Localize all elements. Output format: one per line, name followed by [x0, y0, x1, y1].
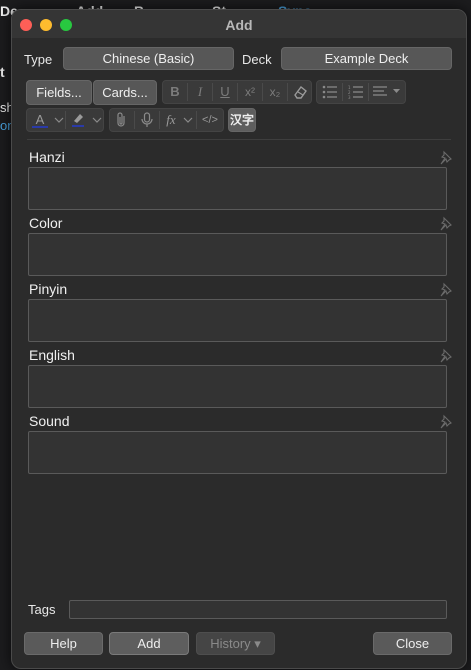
- cards-button-label: Cards...: [102, 85, 148, 100]
- chinese-button-label: 汉字: [229, 113, 254, 127]
- list-toolbar-group: 1 2 3: [316, 80, 406, 104]
- type-label: Type: [24, 52, 53, 67]
- text-color-button[interactable]: A: [27, 109, 53, 131]
- pin-icon[interactable]: [438, 414, 454, 430]
- italic-button[interactable]: I: [188, 81, 212, 103]
- tags-input[interactable]: [69, 600, 447, 619]
- pin-icon[interactable]: [438, 282, 454, 298]
- microphone-icon[interactable]: [135, 109, 159, 131]
- add-window: Add Type Chinese (Basic) Deck Example De…: [11, 9, 467, 669]
- subscript-button[interactable]: x₂: [263, 81, 287, 103]
- attachment-icon[interactable]: [110, 109, 134, 131]
- highlight-dropdown-icon[interactable]: [90, 109, 103, 131]
- tags-label: Tags: [28, 602, 56, 617]
- add-button[interactable]: Add: [109, 632, 189, 655]
- superscript-button[interactable]: x²: [238, 81, 262, 103]
- ordered-list-icon[interactable]: 1 2 3: [343, 81, 368, 103]
- underline-button[interactable]: U: [213, 81, 237, 103]
- color-toolbar-group: A: [26, 108, 104, 132]
- toolbar-divider: [27, 139, 451, 140]
- fields-button-label: Fields...: [36, 85, 82, 100]
- deck-value: Example Deck: [324, 51, 409, 66]
- fields-button[interactable]: Fields...: [26, 80, 92, 105]
- chinese-button[interactable]: 汉字: [228, 108, 256, 132]
- math-button[interactable]: fx: [160, 109, 182, 131]
- align-dropdown-icon[interactable]: [369, 81, 405, 103]
- highlight-color-icon[interactable]: [66, 109, 90, 131]
- deck-label: Deck: [242, 52, 272, 67]
- bg-fragment: t: [0, 64, 5, 80]
- html-editor-button[interactable]: </>: [197, 109, 223, 131]
- deck-button[interactable]: Example Deck: [281, 47, 452, 70]
- field-input-english[interactable]: [28, 365, 447, 408]
- math-dropdown-icon[interactable]: [181, 109, 195, 131]
- field-label-english: English: [29, 347, 75, 363]
- history-button[interactable]: History ▾: [196, 632, 275, 655]
- close-button[interactable]: Close: [373, 632, 452, 655]
- bold-button[interactable]: B: [163, 81, 187, 103]
- field-input-pinyin[interactable]: [28, 299, 447, 342]
- eraser-icon[interactable]: [288, 81, 312, 103]
- title-bar: Add: [12, 10, 466, 38]
- field-label-pinyin: Pinyin: [29, 281, 68, 297]
- window-title: Add: [225, 17, 253, 33]
- field-input-hanzi[interactable]: [28, 167, 447, 210]
- pin-icon[interactable]: [438, 348, 454, 364]
- text-color-glyph: A: [35, 112, 45, 127]
- field-label-sound: Sound: [29, 413, 70, 429]
- svg-text:3: 3: [348, 95, 351, 99]
- field-input-sound[interactable]: [28, 431, 447, 474]
- note-type-value: Chinese (Basic): [102, 51, 195, 66]
- cards-button[interactable]: Cards...: [93, 80, 157, 105]
- field-label-color: Color: [29, 215, 63, 231]
- help-button[interactable]: Help: [24, 632, 103, 655]
- format-toolbar-group: B I U x² x₂: [162, 80, 312, 104]
- pin-icon[interactable]: [438, 216, 454, 232]
- text-color-dropdown-icon[interactable]: [53, 109, 65, 131]
- pin-icon[interactable]: [438, 150, 454, 166]
- field-input-color[interactable]: [28, 233, 447, 276]
- media-toolbar-group: fx </>: [109, 108, 224, 132]
- field-label-hanzi: Hanzi: [29, 149, 65, 165]
- unordered-list-icon[interactable]: [317, 81, 342, 103]
- note-type-button[interactable]: Chinese (Basic): [63, 47, 234, 70]
